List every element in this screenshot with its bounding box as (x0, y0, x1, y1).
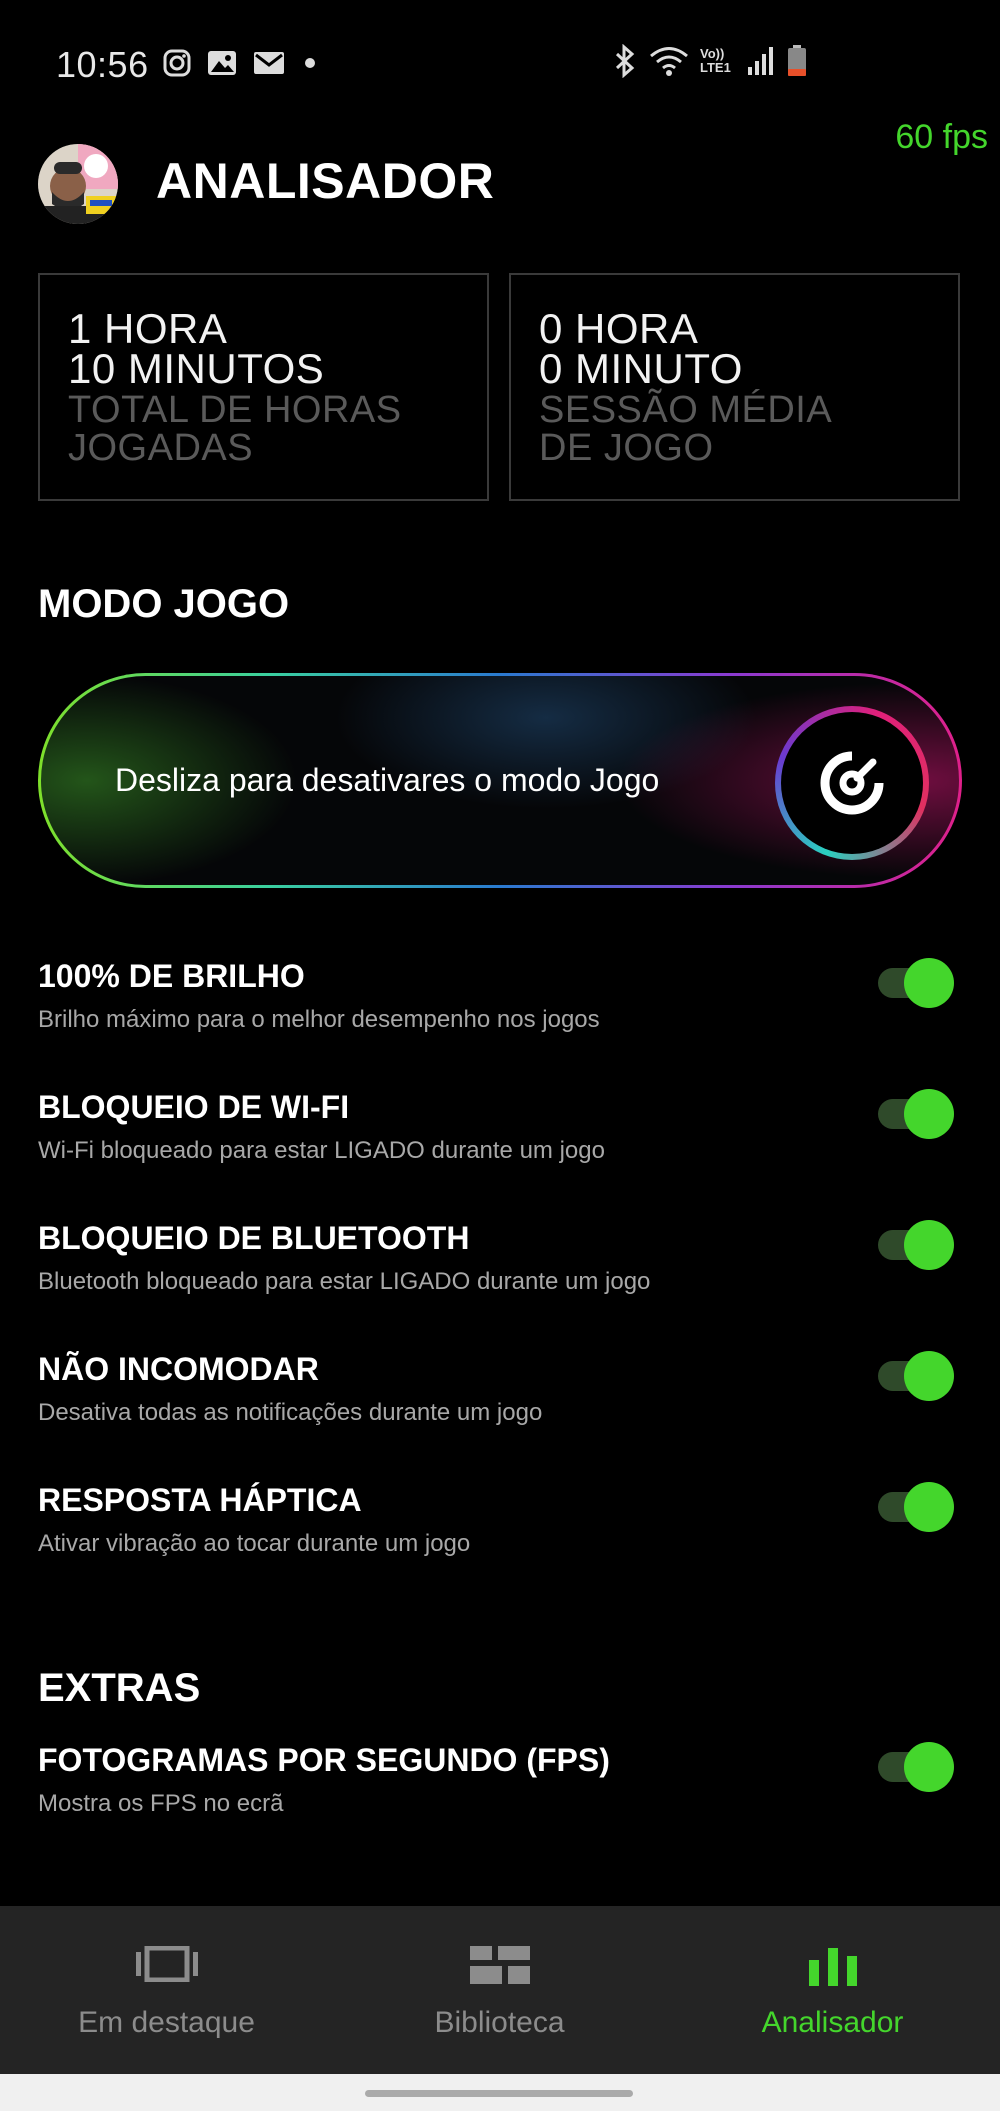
wifi-icon (650, 47, 688, 76)
carousel-icon (135, 1946, 198, 1982)
setting-fps: FOTOGRAMAS POR SEGUNDO (FPS) Mostra os F… (38, 1742, 962, 1852)
setting-description: Wi-Fi bloqueado para estar LIGADO durant… (38, 1137, 605, 1164)
setting-brightness: 100% DE BRILHO Brilho máximo para o melh… (38, 958, 962, 1068)
battery-icon (788, 45, 806, 76)
game-mode-slider[interactable]: Desliza para desativares o modo Jogo (38, 673, 962, 888)
total-hours-value: 1 HORA (68, 305, 228, 352)
setting-description: Desativa todas as notificações durante u… (38, 1399, 543, 1426)
bar-chart-icon (808, 1948, 857, 1986)
average-session-label-2: DE JOGO (539, 427, 714, 469)
bottom-nav: Em destaque Biblioteca Analisador (0, 1906, 1000, 2074)
setting-title: FOTOGRAMAS POR SEGUNDO (FPS) (38, 1742, 610, 1778)
home-indicator[interactable] (365, 2090, 633, 2097)
wifi-lock-toggle[interactable] (874, 1089, 954, 1139)
total-hours-card: 1 HORA 10 MINUTOS TOTAL DE HORAS JOGADAS (38, 273, 489, 501)
nav-analyzer[interactable]: Analisador (666, 1906, 999, 2074)
gallery-icon (208, 51, 236, 75)
setting-title: BLOQUEIO DE BLUETOOTH (38, 1220, 470, 1256)
average-minutes-value: 0 MINUTO (539, 345, 743, 392)
setting-bluetooth-lock: BLOQUEIO DE BLUETOOTH Bluetooth bloquead… (38, 1220, 962, 1330)
signal-icon (748, 47, 773, 75)
status-time: 10:56 (56, 44, 149, 85)
setting-haptic-feedback: RESPOSTA HÁPTICA Ativar vibração ao toca… (38, 1482, 962, 1592)
instagram-icon (163, 49, 191, 77)
system-gesture-area (0, 2074, 1000, 2111)
total-hours-label: TOTAL DE HORAS (68, 389, 402, 431)
bluetooth-icon (615, 44, 635, 78)
bluetooth-lock-toggle[interactable] (874, 1220, 954, 1270)
average-hours-value: 0 HORA (539, 305, 699, 352)
setting-description: Ativar vibração ao tocar durante um jogo (38, 1530, 471, 1557)
library-grid-icon (469, 1946, 530, 1984)
game-mode-slider-knob[interactable] (775, 706, 929, 860)
nav-library[interactable]: Biblioteca (333, 1906, 666, 2074)
game-mode-heading: MODO JOGO (38, 582, 290, 626)
nav-label: Analisador (761, 2006, 904, 2039)
volte-icon: Vo)) LTE1 (700, 46, 731, 75)
mail-icon (254, 52, 284, 74)
setting-title: NÃO INCOMODAR (38, 1351, 319, 1387)
nav-label: Em destaque (78, 2006, 255, 2039)
setting-do-not-disturb: NÃO INCOMODAR Desativa todas as notifica… (38, 1351, 962, 1461)
fps-toggle[interactable] (874, 1742, 954, 1792)
average-session-label: SESSÃO MÉDIA (539, 389, 833, 431)
game-mode-slider-label: Desliza para desativares o modo Jogo (115, 762, 660, 798)
setting-wifi-lock: BLOQUEIO DE WI-FI Wi-Fi bloqueado para e… (38, 1089, 962, 1199)
haptic-feedback-toggle[interactable] (874, 1482, 954, 1532)
setting-description: Mostra os FPS no ecrã (38, 1790, 284, 1817)
setting-title: BLOQUEIO DE WI-FI (38, 1089, 350, 1125)
avatar[interactable] (38, 144, 118, 224)
total-hours-label-2: JOGADAS (68, 427, 254, 469)
dot-icon (305, 58, 315, 68)
speedometer-icon (820, 751, 884, 815)
extras-heading: EXTRAS (38, 1666, 201, 1710)
setting-description: Brilho máximo para o melhor desempenho n… (38, 1006, 600, 1033)
nav-featured[interactable]: Em destaque (0, 1906, 333, 2074)
do-not-disturb-toggle[interactable] (874, 1351, 954, 1401)
average-session-card: 0 HORA 0 MINUTO SESSÃO MÉDIA DE JOGO (509, 273, 960, 501)
brightness-toggle[interactable] (874, 958, 954, 1008)
total-minutes-value: 10 MINUTOS (68, 345, 325, 392)
page-title: ANALISADOR (156, 153, 495, 209)
setting-title: 100% DE BRILHO (38, 958, 305, 994)
status-bar: 10:56 Vo)) LTE1 (0, 0, 1000, 120)
fps-overlay: 60 fps (895, 118, 988, 156)
nav-label: Biblioteca (434, 2006, 565, 2039)
setting-title: RESPOSTA HÁPTICA (38, 1482, 362, 1518)
setting-description: Bluetooth bloqueado para estar LIGADO du… (38, 1268, 651, 1295)
